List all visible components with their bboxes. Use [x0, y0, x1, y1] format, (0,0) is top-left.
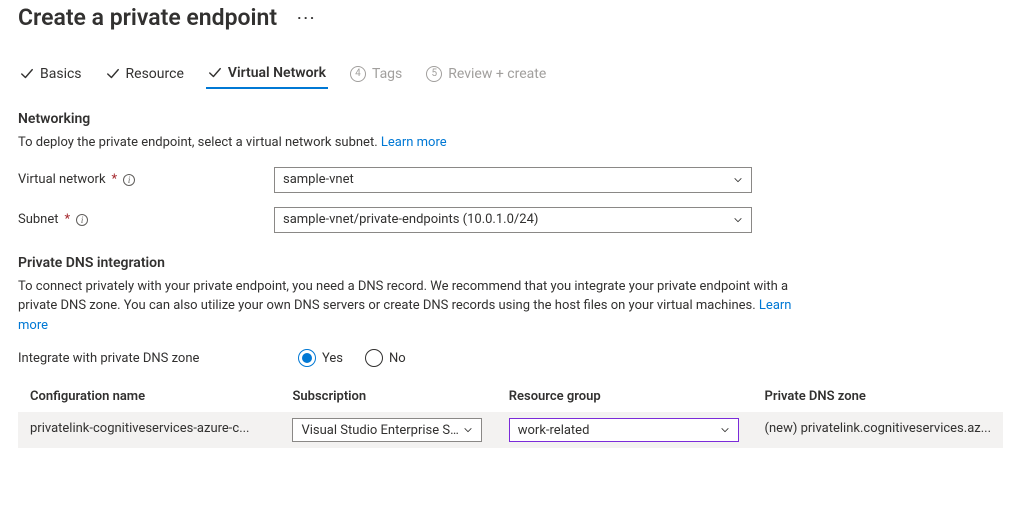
tab-tags[interactable]: 4 Tags	[348, 65, 404, 89]
section-networking: Networking To deploy the private endpoin…	[18, 111, 1003, 233]
checkmark-icon	[106, 67, 120, 81]
label-integrate-dns: Integrate with private DNS zone	[18, 351, 298, 366]
radio-yes[interactable]: Yes	[298, 349, 343, 367]
tab-label: Virtual Network	[228, 65, 326, 81]
row-integrate-dns: Integrate with private DNS zone Yes No	[18, 349, 1003, 367]
section-heading: Networking	[18, 111, 1003, 127]
label-virtual-network: Virtual network * i	[18, 172, 274, 187]
section-description: To connect privately with your private e…	[18, 277, 798, 336]
table-dns-zones: Configuration name Subscription Resource…	[18, 381, 1003, 448]
table-row: privatelink-cognitiveservices-azure-c...…	[18, 412, 1003, 448]
radio-dot-icon	[365, 349, 383, 367]
col-resource-group: Resource group	[497, 381, 753, 412]
more-actions-icon[interactable]: ···	[297, 9, 316, 27]
chevron-down-icon	[720, 425, 730, 435]
dropdown-value: sample-vnet	[283, 172, 354, 187]
info-icon[interactable]: i	[123, 174, 135, 186]
step-number: 5	[426, 66, 442, 82]
row-subnet: Subnet * i sample-vnet/private-endpoints…	[18, 207, 1003, 233]
tab-label: Resource	[126, 66, 184, 82]
row-virtual-network: Virtual network * i sample-vnet	[18, 167, 1003, 193]
cell-private-dns-zone: (new) privatelink.cognitiveservices.az..…	[765, 421, 991, 436]
info-icon[interactable]: i	[76, 214, 88, 226]
step-number: 4	[350, 66, 366, 82]
dropdown-subscription[interactable]: Visual Studio Enterprise Subscrip…	[292, 418, 482, 442]
tab-label: Basics	[40, 66, 82, 82]
wizard-tabs: Basics Resource Virtual Network 4 Tags 5…	[18, 65, 1003, 89]
chevron-down-icon	[733, 175, 743, 185]
radio-group-integrate: Yes No	[298, 349, 406, 367]
label-subnet: Subnet * i	[18, 212, 274, 227]
section-private-dns: Private DNS integration To connect priva…	[18, 255, 1003, 449]
radio-label: Yes	[322, 351, 343, 366]
col-config-name: Configuration name	[18, 381, 280, 412]
tab-basics[interactable]: Basics	[18, 65, 84, 89]
tab-label: Review + create	[448, 66, 546, 82]
col-subscription: Subscription	[280, 381, 496, 412]
dropdown-resource-group[interactable]: work-related	[509, 418, 739, 442]
chevron-down-icon	[733, 215, 743, 225]
required-indicator: *	[112, 172, 118, 187]
section-description: To deploy the private endpoint, select a…	[18, 133, 798, 153]
checkmark-icon	[208, 66, 222, 80]
tab-resource[interactable]: Resource	[104, 65, 186, 89]
tab-label: Tags	[372, 66, 402, 82]
dropdown-value: Visual Studio Enterprise Subscrip…	[301, 423, 461, 438]
page-title-text: Create a private endpoint	[18, 4, 277, 31]
radio-no[interactable]: No	[365, 349, 406, 367]
tab-virtual-network[interactable]: Virtual Network	[206, 65, 328, 89]
chevron-down-icon	[463, 425, 473, 435]
dropdown-value: sample-vnet/private-endpoints (10.0.1.0/…	[283, 212, 538, 227]
col-private-dns-zone: Private DNS zone	[753, 381, 1003, 412]
dropdown-value: work-related	[518, 423, 590, 438]
page-title: Create a private endpoint ···	[18, 4, 1003, 31]
dropdown-virtual-network[interactable]: sample-vnet	[274, 167, 752, 193]
cell-config-name: privatelink-cognitiveservices-azure-c...	[30, 421, 249, 436]
required-indicator: *	[65, 212, 71, 227]
section-heading: Private DNS integration	[18, 255, 1003, 271]
learn-more-link[interactable]: Learn more	[381, 135, 447, 150]
tab-review-create[interactable]: 5 Review + create	[424, 65, 548, 89]
dropdown-subnet[interactable]: sample-vnet/private-endpoints (10.0.1.0/…	[274, 207, 752, 233]
radio-dot-icon	[298, 349, 316, 367]
radio-label: No	[389, 351, 406, 366]
checkmark-icon	[20, 67, 34, 81]
